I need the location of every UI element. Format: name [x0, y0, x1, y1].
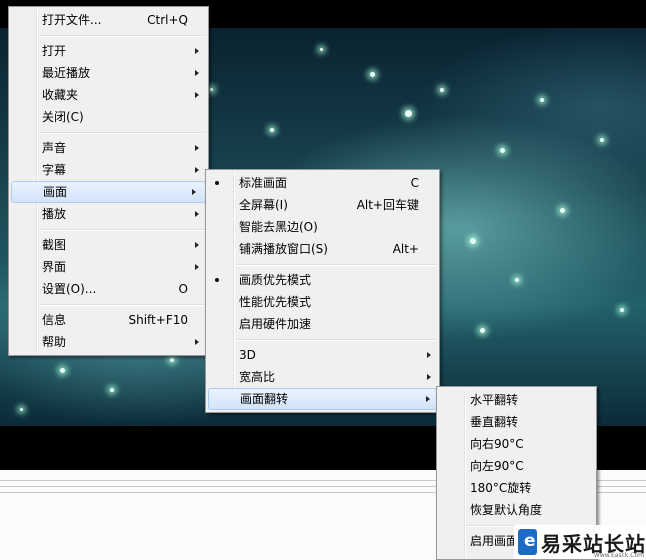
- menu-item-picture[interactable]: 画面: [11, 181, 206, 203]
- menu-item-flip-horizontal[interactable]: 水平翻转: [437, 389, 596, 411]
- star: [320, 48, 323, 51]
- star: [600, 138, 604, 142]
- menu-item-restore-default-angle[interactable]: 恢复默认角度: [437, 499, 596, 521]
- menu-separator: [236, 264, 437, 266]
- star: [480, 328, 485, 333]
- menu-item-help[interactable]: 帮助: [9, 331, 208, 353]
- star: [210, 88, 213, 91]
- star: [405, 110, 412, 117]
- submenu-arrow-icon: [195, 92, 199, 98]
- star: [515, 278, 519, 282]
- menu-item-quality-mode[interactable]: 画质优先模式: [206, 269, 439, 291]
- menu-separator: [39, 304, 206, 306]
- star: [170, 358, 174, 362]
- menu-item-close[interactable]: 关闭(C): [9, 106, 208, 128]
- submenu-arrow-icon: [195, 48, 199, 54]
- menu-separator: [39, 132, 206, 134]
- menu-item-interface[interactable]: 界面: [9, 256, 208, 278]
- menu-item-fill-window[interactable]: 铺满播放窗口(S) Alt+: [206, 238, 439, 260]
- star: [560, 208, 565, 213]
- menu-item-screenshot[interactable]: 截图: [9, 234, 208, 256]
- menu-item-remove-black-borders[interactable]: 智能去黑边(O): [206, 216, 439, 238]
- menu-item-fullscreen[interactable]: 全屏幕(I) Alt+回车键: [206, 194, 439, 216]
- site-watermark: e 易采站长站 Www.Easck.Com: [514, 525, 646, 559]
- star: [270, 128, 274, 132]
- submenu-arrow-icon: [195, 264, 199, 270]
- radio-bullet-icon: [215, 181, 219, 185]
- star: [500, 148, 505, 153]
- star: [60, 368, 65, 373]
- radio-bullet-icon: [215, 278, 219, 282]
- star: [620, 308, 624, 312]
- submenu-arrow-icon: [427, 374, 431, 380]
- menu-item-standard-picture[interactable]: 标准画面 C: [206, 172, 439, 194]
- menu-item-open[interactable]: 打开: [9, 40, 208, 62]
- menu-separator: [236, 339, 437, 341]
- menu-item-rotate-180[interactable]: 180°C旋转: [437, 477, 596, 499]
- site-logo-icon: e: [518, 529, 537, 555]
- menu-item-settings[interactable]: 设置(O)... O: [9, 278, 208, 300]
- star: [20, 408, 23, 411]
- submenu-arrow-icon: [427, 352, 431, 358]
- star: [470, 238, 476, 244]
- picture-submenu: 标准画面 C 全屏幕(I) Alt+回车键 智能去黑边(O) 铺满播放窗口(S)…: [205, 169, 440, 413]
- submenu-arrow-icon: [195, 167, 199, 173]
- menu-item-rotate-left-90[interactable]: 向左90°C: [437, 455, 596, 477]
- menu-item-info[interactable]: 信息 Shift+F10: [9, 309, 208, 331]
- submenu-arrow-icon: [192, 189, 196, 195]
- menu-item-playback[interactable]: 播放: [9, 203, 208, 225]
- menu-item-performance-mode[interactable]: 性能优先模式: [206, 291, 439, 313]
- star: [370, 72, 375, 77]
- star: [440, 88, 444, 92]
- main-context-menu: 打开文件... Ctrl+Q 打开 最近播放 收藏夹 关闭(C) 声音 字幕 画…: [8, 6, 209, 356]
- menu-item-subtitles[interactable]: 字幕: [9, 159, 208, 181]
- menu-item-recent[interactable]: 最近播放: [9, 62, 208, 84]
- menu-item-open-file[interactable]: 打开文件... Ctrl+Q: [9, 9, 208, 31]
- star: [110, 388, 114, 392]
- menu-item-aspect-ratio[interactable]: 宽高比: [206, 366, 439, 388]
- submenu-arrow-icon: [195, 339, 199, 345]
- menu-item-picture-flip[interactable]: 画面翻转: [208, 388, 437, 410]
- submenu-arrow-icon: [426, 396, 430, 402]
- menu-item-rotate-right-90[interactable]: 向右90°C: [437, 433, 596, 455]
- watermark-url: Www.Easck.Com: [593, 552, 644, 559]
- submenu-arrow-icon: [195, 70, 199, 76]
- menu-item-hardware-acceleration[interactable]: 启用硬件加速: [206, 313, 439, 335]
- submenu-arrow-icon: [195, 145, 199, 151]
- star: [540, 98, 544, 102]
- menu-item-sound[interactable]: 声音: [9, 137, 208, 159]
- menu-separator: [39, 35, 206, 37]
- menu-item-favorites[interactable]: 收藏夹: [9, 84, 208, 106]
- menu-separator: [39, 229, 206, 231]
- menu-item-flip-vertical[interactable]: 垂直翻转: [437, 411, 596, 433]
- menu-item-3d[interactable]: 3D: [206, 344, 439, 366]
- submenu-arrow-icon: [195, 242, 199, 248]
- submenu-arrow-icon: [195, 211, 199, 217]
